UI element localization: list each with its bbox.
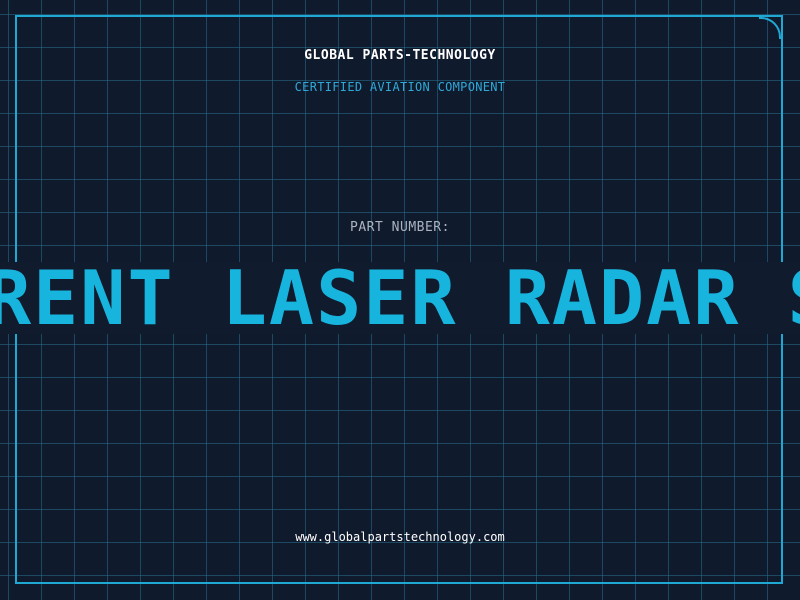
frame-corner [759,17,781,39]
part-number-band: RENT LASER RADAR SY [0,262,800,334]
brand-name: GLOBAL PARTS-TECHNOLOGY [304,48,496,63]
website-link[interactable]: www.globalpartstechnology.com [0,530,800,544]
part-number-label: PART NUMBER: [350,220,450,235]
brand-tagline: CERTIFIED AVIATION COMPONENT [294,80,506,94]
part-number-value: RENT LASER RADAR SY [0,262,800,334]
